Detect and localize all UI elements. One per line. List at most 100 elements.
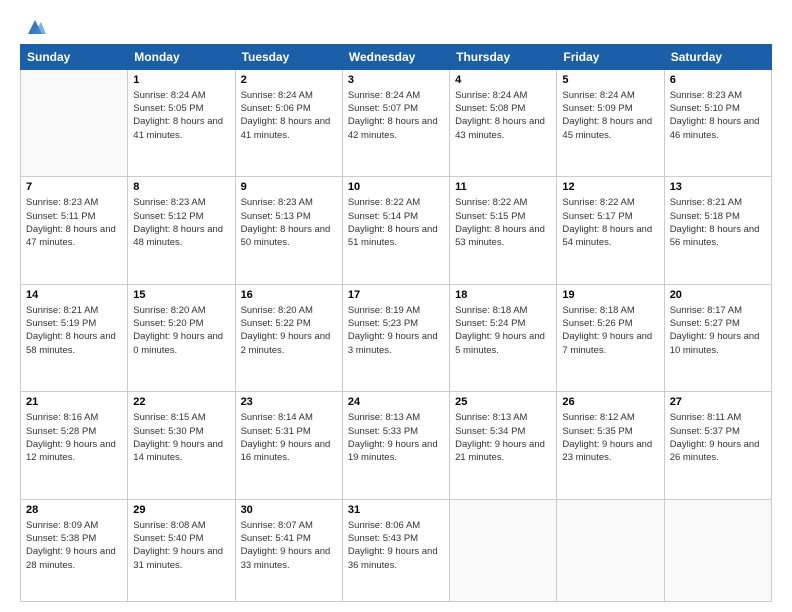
logo xyxy=(20,16,46,34)
day-info: Sunrise: 8:12 AMSunset: 5:35 PMDaylight:… xyxy=(562,411,658,464)
day-info: Sunrise: 8:24 AMSunset: 5:05 PMDaylight:… xyxy=(133,89,229,142)
day-info: Sunrise: 8:24 AMSunset: 5:06 PMDaylight:… xyxy=(241,89,337,142)
day-info: Sunrise: 8:24 AMSunset: 5:08 PMDaylight:… xyxy=(455,89,551,142)
day-cell: 18Sunrise: 8:18 AMSunset: 5:24 PMDayligh… xyxy=(450,284,557,391)
day-number: 23 xyxy=(241,395,337,410)
calendar-table: SundayMondayTuesdayWednesdayThursdayFrid… xyxy=(20,44,772,602)
day-number: 16 xyxy=(241,288,337,303)
page: SundayMondayTuesdayWednesdayThursdayFrid… xyxy=(0,0,792,612)
day-cell: 12Sunrise: 8:22 AMSunset: 5:17 PMDayligh… xyxy=(557,177,664,284)
day-number: 26 xyxy=(562,395,658,410)
day-number: 21 xyxy=(26,395,122,410)
day-cell: 6Sunrise: 8:23 AMSunset: 5:10 PMDaylight… xyxy=(664,70,771,177)
day-cell: 7Sunrise: 8:23 AMSunset: 5:11 PMDaylight… xyxy=(21,177,128,284)
day-number: 29 xyxy=(133,503,229,518)
day-info: Sunrise: 8:11 AMSunset: 5:37 PMDaylight:… xyxy=(670,411,766,464)
day-cell: 27Sunrise: 8:11 AMSunset: 5:37 PMDayligh… xyxy=(664,392,771,499)
day-info: Sunrise: 8:18 AMSunset: 5:24 PMDaylight:… xyxy=(455,304,551,357)
header-cell-thursday: Thursday xyxy=(450,45,557,70)
header-cell-sunday: Sunday xyxy=(21,45,128,70)
day-info: Sunrise: 8:22 AMSunset: 5:17 PMDaylight:… xyxy=(562,196,658,249)
day-info: Sunrise: 8:24 AMSunset: 5:07 PMDaylight:… xyxy=(348,89,444,142)
logo-icon xyxy=(24,16,46,38)
day-cell: 19Sunrise: 8:18 AMSunset: 5:26 PMDayligh… xyxy=(557,284,664,391)
week-row-2: 7Sunrise: 8:23 AMSunset: 5:11 PMDaylight… xyxy=(21,177,772,284)
day-info: Sunrise: 8:23 AMSunset: 5:12 PMDaylight:… xyxy=(133,196,229,249)
header-cell-wednesday: Wednesday xyxy=(342,45,449,70)
header-cell-saturday: Saturday xyxy=(664,45,771,70)
week-row-4: 21Sunrise: 8:16 AMSunset: 5:28 PMDayligh… xyxy=(21,392,772,499)
day-number: 8 xyxy=(133,180,229,195)
day-cell: 20Sunrise: 8:17 AMSunset: 5:27 PMDayligh… xyxy=(664,284,771,391)
day-info: Sunrise: 8:07 AMSunset: 5:41 PMDaylight:… xyxy=(241,519,337,572)
day-cell: 21Sunrise: 8:16 AMSunset: 5:28 PMDayligh… xyxy=(21,392,128,499)
day-number: 22 xyxy=(133,395,229,410)
day-number: 4 xyxy=(455,73,551,88)
day-cell: 8Sunrise: 8:23 AMSunset: 5:12 PMDaylight… xyxy=(128,177,235,284)
day-cell: 4Sunrise: 8:24 AMSunset: 5:08 PMDaylight… xyxy=(450,70,557,177)
day-info: Sunrise: 8:19 AMSunset: 5:23 PMDaylight:… xyxy=(348,304,444,357)
day-cell: 16Sunrise: 8:20 AMSunset: 5:22 PMDayligh… xyxy=(235,284,342,391)
day-number: 1 xyxy=(133,73,229,88)
day-cell: 5Sunrise: 8:24 AMSunset: 5:09 PMDaylight… xyxy=(557,70,664,177)
day-number: 18 xyxy=(455,288,551,303)
day-info: Sunrise: 8:17 AMSunset: 5:27 PMDaylight:… xyxy=(670,304,766,357)
header xyxy=(20,16,772,34)
day-info: Sunrise: 8:24 AMSunset: 5:09 PMDaylight:… xyxy=(562,89,658,142)
day-cell: 17Sunrise: 8:19 AMSunset: 5:23 PMDayligh… xyxy=(342,284,449,391)
day-number: 6 xyxy=(670,73,766,88)
day-number: 11 xyxy=(455,180,551,195)
logo-text xyxy=(20,16,46,38)
day-info: Sunrise: 8:23 AMSunset: 5:13 PMDaylight:… xyxy=(241,196,337,249)
week-row-1: 1Sunrise: 8:24 AMSunset: 5:05 PMDaylight… xyxy=(21,70,772,177)
day-cell: 2Sunrise: 8:24 AMSunset: 5:06 PMDaylight… xyxy=(235,70,342,177)
day-number: 15 xyxy=(133,288,229,303)
day-number: 17 xyxy=(348,288,444,303)
day-number: 9 xyxy=(241,180,337,195)
day-number: 20 xyxy=(670,288,766,303)
day-number: 24 xyxy=(348,395,444,410)
day-cell: 1Sunrise: 8:24 AMSunset: 5:05 PMDaylight… xyxy=(128,70,235,177)
day-info: Sunrise: 8:08 AMSunset: 5:40 PMDaylight:… xyxy=(133,519,229,572)
day-number: 5 xyxy=(562,73,658,88)
day-cell: 30Sunrise: 8:07 AMSunset: 5:41 PMDayligh… xyxy=(235,499,342,601)
day-number: 30 xyxy=(241,503,337,518)
day-number: 28 xyxy=(26,503,122,518)
day-cell: 11Sunrise: 8:22 AMSunset: 5:15 PMDayligh… xyxy=(450,177,557,284)
day-info: Sunrise: 8:13 AMSunset: 5:34 PMDaylight:… xyxy=(455,411,551,464)
day-number: 19 xyxy=(562,288,658,303)
day-cell: 28Sunrise: 8:09 AMSunset: 5:38 PMDayligh… xyxy=(21,499,128,601)
day-cell xyxy=(557,499,664,601)
day-number: 27 xyxy=(670,395,766,410)
day-cell: 14Sunrise: 8:21 AMSunset: 5:19 PMDayligh… xyxy=(21,284,128,391)
day-info: Sunrise: 8:06 AMSunset: 5:43 PMDaylight:… xyxy=(348,519,444,572)
day-cell: 9Sunrise: 8:23 AMSunset: 5:13 PMDaylight… xyxy=(235,177,342,284)
header-cell-monday: Monday xyxy=(128,45,235,70)
day-cell: 22Sunrise: 8:15 AMSunset: 5:30 PMDayligh… xyxy=(128,392,235,499)
day-info: Sunrise: 8:15 AMSunset: 5:30 PMDaylight:… xyxy=(133,411,229,464)
day-info: Sunrise: 8:20 AMSunset: 5:22 PMDaylight:… xyxy=(241,304,337,357)
day-cell: 26Sunrise: 8:12 AMSunset: 5:35 PMDayligh… xyxy=(557,392,664,499)
day-info: Sunrise: 8:18 AMSunset: 5:26 PMDaylight:… xyxy=(562,304,658,357)
day-number: 2 xyxy=(241,73,337,88)
day-info: Sunrise: 8:13 AMSunset: 5:33 PMDaylight:… xyxy=(348,411,444,464)
day-number: 31 xyxy=(348,503,444,518)
day-cell xyxy=(450,499,557,601)
week-row-5: 28Sunrise: 8:09 AMSunset: 5:38 PMDayligh… xyxy=(21,499,772,601)
day-info: Sunrise: 8:23 AMSunset: 5:11 PMDaylight:… xyxy=(26,196,122,249)
day-cell: 23Sunrise: 8:14 AMSunset: 5:31 PMDayligh… xyxy=(235,392,342,499)
header-cell-friday: Friday xyxy=(557,45,664,70)
day-info: Sunrise: 8:21 AMSunset: 5:19 PMDaylight:… xyxy=(26,304,122,357)
day-number: 13 xyxy=(670,180,766,195)
header-row: SundayMondayTuesdayWednesdayThursdayFrid… xyxy=(21,45,772,70)
day-info: Sunrise: 8:22 AMSunset: 5:14 PMDaylight:… xyxy=(348,196,444,249)
day-number: 25 xyxy=(455,395,551,410)
day-cell: 3Sunrise: 8:24 AMSunset: 5:07 PMDaylight… xyxy=(342,70,449,177)
day-cell xyxy=(664,499,771,601)
day-number: 12 xyxy=(562,180,658,195)
day-info: Sunrise: 8:09 AMSunset: 5:38 PMDaylight:… xyxy=(26,519,122,572)
day-cell: 10Sunrise: 8:22 AMSunset: 5:14 PMDayligh… xyxy=(342,177,449,284)
day-info: Sunrise: 8:16 AMSunset: 5:28 PMDaylight:… xyxy=(26,411,122,464)
day-cell: 15Sunrise: 8:20 AMSunset: 5:20 PMDayligh… xyxy=(128,284,235,391)
header-cell-tuesday: Tuesday xyxy=(235,45,342,70)
